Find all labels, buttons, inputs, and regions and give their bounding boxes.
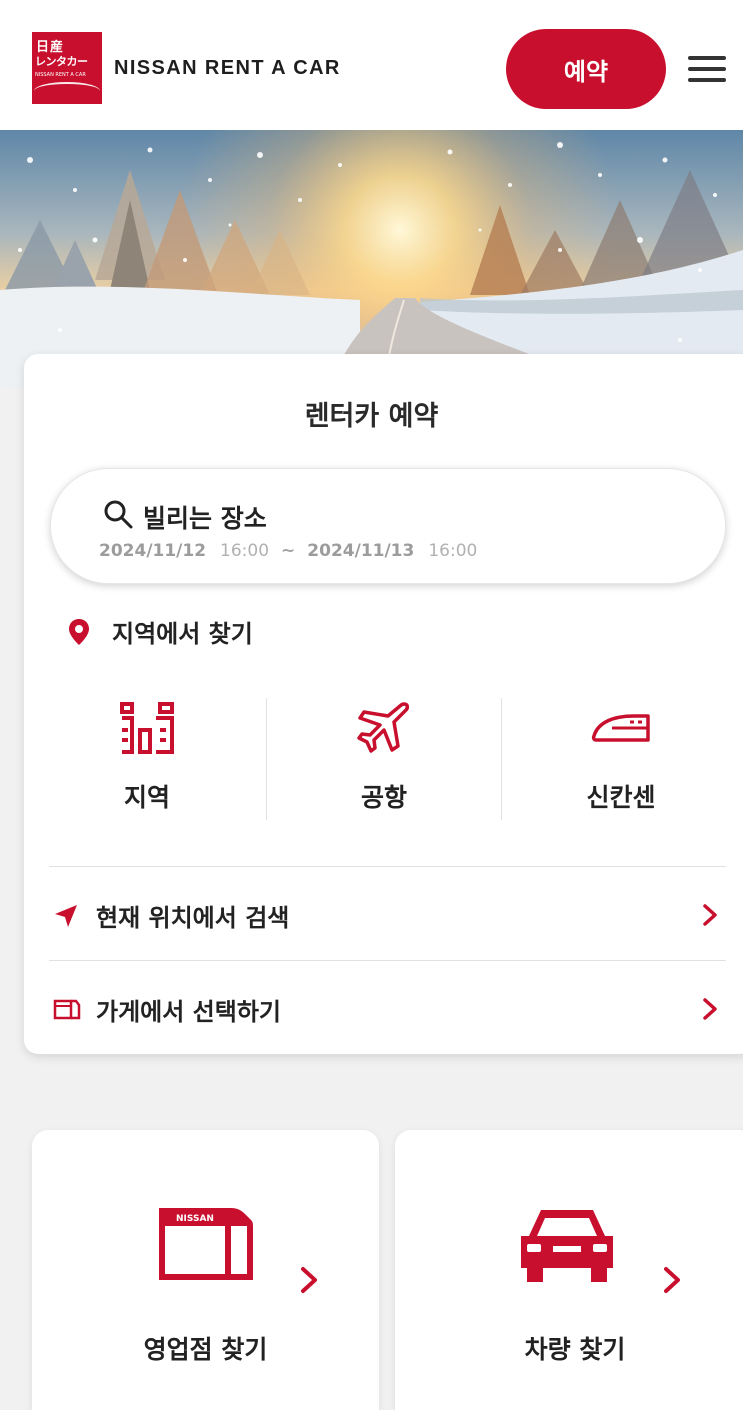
row-label: 현재 위치에서 검색	[96, 904, 290, 932]
category-label: 지역	[123, 783, 170, 812]
category-airport[interactable]: 공항	[267, 696, 501, 822]
category-label: 공항	[360, 783, 407, 812]
start-time: 16:00	[220, 541, 270, 561]
booking-card: 렌터카 예약 빌리는 장소 2024/11/12 16:00 ~2024/11/13…	[24, 354, 743, 1054]
category-region[interactable]: 지역	[30, 696, 264, 822]
nissan-rent-a-car-logo[interactable]: 日産 レンタカー NISSAN RENT A CAR	[32, 32, 102, 104]
chevron-right-icon	[300, 1266, 318, 1298]
chevron-right-icon	[663, 1266, 681, 1298]
region-find-label: 지역에서 찾기	[112, 620, 253, 648]
shinkansen-icon	[590, 700, 652, 760]
date-separator: ~	[281, 541, 296, 561]
car-icon	[519, 1206, 615, 1288]
chevron-right-icon	[702, 997, 718, 1025]
find-vehicle-tile[interactable]: 차량 찾기	[395, 1130, 743, 1410]
hamburger-icon[interactable]	[688, 56, 726, 82]
category-shinkansen[interactable]: 신칸센	[504, 696, 738, 822]
reserve-button[interactable]: 예약	[506, 29, 666, 109]
category-label: 신칸센	[586, 783, 656, 812]
select-from-store-row[interactable]: 가게에서 선택하기	[49, 960, 726, 1054]
logo-swoosh	[34, 82, 100, 100]
search-box[interactable]: 빌리는 장소 2024/11/12 16:00 ~2024/11/13 16:00	[50, 468, 726, 584]
app-header: 日産 レンタカー NISSAN RENT A CAR NISSAN RENT A…	[0, 0, 743, 130]
chevron-right-icon	[702, 903, 718, 931]
hero-winter-road-image	[0, 130, 743, 388]
end-date: 2024/11/13	[307, 541, 415, 561]
location-arrow-icon	[53, 903, 79, 933]
tile-label: 영업점 찾기	[143, 1335, 268, 1364]
logo-line-2: レンタカー	[35, 55, 88, 68]
rental-dates: 2024/11/12 16:00 ~2024/11/13 16:00	[99, 541, 477, 561]
region-buildings-icon	[118, 700, 176, 760]
store-icon	[53, 997, 81, 1025]
search-location-label: 빌리는 장소	[143, 504, 267, 533]
logo-line-3: NISSAN RENT A CAR	[35, 72, 86, 78]
end-time: 16:00	[428, 541, 478, 561]
booking-title: 렌터카 예약	[304, 401, 439, 432]
start-date: 2024/11/12	[99, 541, 207, 561]
brand-name: NISSAN RENT A CAR	[114, 57, 341, 79]
tile-label: 차량 찾기	[524, 1335, 626, 1364]
find-branch-tile[interactable]: NISSAN 영업점 찾기	[32, 1130, 379, 1410]
store-sign-icon: NISSAN	[157, 1206, 255, 1288]
airplane-icon	[356, 700, 412, 760]
row-label: 가게에서 선택하기	[96, 998, 281, 1026]
search-icon	[103, 499, 133, 533]
store-sign-text: NISSAN	[176, 1214, 214, 1224]
search-current-location-row[interactable]: 현재 위치에서 검색	[49, 866, 726, 960]
location-pin-icon	[68, 618, 90, 650]
category-divider	[501, 698, 502, 820]
